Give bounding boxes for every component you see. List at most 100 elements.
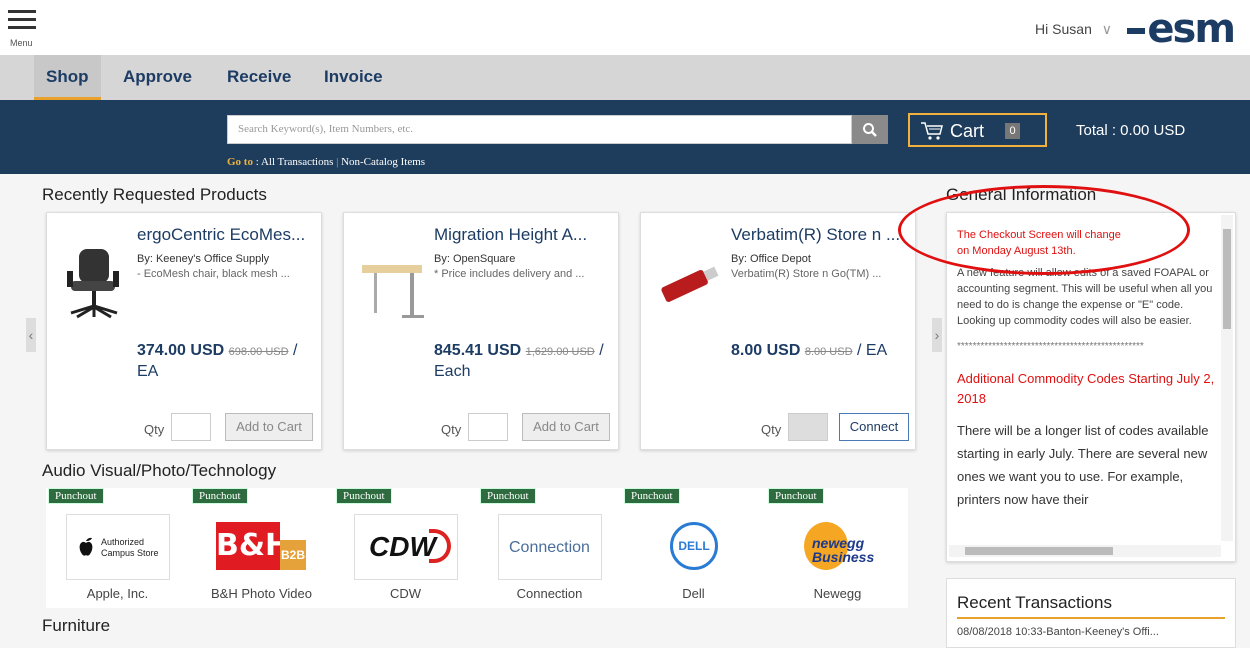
- chevron-right-icon: ›: [934, 327, 940, 343]
- b2b-badge: B2B: [280, 540, 306, 570]
- connect-button[interactable]: Connect: [839, 413, 909, 441]
- furniture-section-title: Furniture: [42, 616, 111, 635]
- cart-total: Total : 0.00 USD: [1076, 122, 1186, 139]
- qty-label: Qty: [441, 422, 462, 437]
- punchout-badge: Punchout: [768, 488, 824, 504]
- old-price: 1,629.00 USD: [525, 346, 595, 358]
- carousel-next-button[interactable]: ›: [932, 318, 942, 352]
- menu-button[interactable]: Menu: [8, 10, 42, 48]
- product-price: 374.00 USD 698.00 USD / EA: [137, 341, 317, 382]
- hamburger-icon: [8, 10, 36, 13]
- chevron-down-icon: ∨: [1101, 21, 1112, 37]
- tab-receive[interactable]: Receive: [215, 55, 303, 100]
- link-all-transactions[interactable]: All Transactions: [261, 156, 333, 168]
- vendor-bh[interactable]: Punchout B&H B2B B&H Photo Video: [190, 488, 333, 608]
- search-band: Search Keyword(s), Item Numbers, etc. Go…: [0, 100, 1250, 174]
- cart-count-badge: 0: [1005, 123, 1020, 139]
- product-supplier: By: OpenSquare: [434, 253, 516, 265]
- connection-logo: Connection: [498, 514, 602, 580]
- cart-label: Cart: [950, 121, 985, 141]
- tab-shop[interactable]: Shop: [34, 55, 101, 100]
- apple-icon: [79, 537, 93, 556]
- cdw-logo: CDW: [354, 514, 458, 580]
- apple-logo-text: Authorized Campus Store: [101, 537, 159, 558]
- usb-drive-icon: [661, 266, 719, 302]
- dell-logo: DELL: [642, 514, 746, 580]
- product-name[interactable]: Migration Height A...: [434, 225, 587, 245]
- scroll-thumb[interactable]: [1223, 229, 1231, 329]
- punchout-badge: Punchout: [480, 488, 536, 504]
- greeting-text: Hi Susan: [1035, 21, 1092, 37]
- product-description: * Price includes delivery and ...: [434, 268, 585, 280]
- goto-label: Go to: [227, 156, 253, 168]
- old-price: 8.00 USD: [804, 346, 853, 358]
- add-to-cart-button[interactable]: Add to Cart: [522, 413, 610, 441]
- qty-input[interactable]: [171, 413, 211, 441]
- info-paragraph: A new feature will allow edits of a save…: [957, 267, 1213, 327]
- price-value: 374.00 USD: [137, 342, 225, 359]
- vendor-cdw[interactable]: Punchout CDW CDW: [334, 488, 477, 608]
- title-underline: [957, 617, 1225, 619]
- cart-button[interactable]: Cart 0: [908, 113, 1047, 147]
- product-supplier: By: Office Depot: [731, 253, 811, 265]
- qty-label: Qty: [144, 422, 165, 437]
- logo-text: esm: [1147, 6, 1236, 52]
- old-price: 698.00 USD: [228, 346, 289, 358]
- recent-transactions-panel: Recent Transactions 08/08/2018 10:33-Ban…: [946, 578, 1236, 648]
- add-to-cart-button[interactable]: Add to Cart: [225, 413, 313, 441]
- vendor-apple[interactable]: Punchout Authorized Campus Store Apple, …: [46, 488, 189, 608]
- horizontal-scrollbar[interactable]: [949, 545, 1221, 557]
- esm-logo: esm: [1127, 6, 1236, 52]
- vendor-name: Dell: [682, 586, 705, 601]
- vendor-name: B&H Photo Video: [211, 586, 312, 601]
- product-price: 845.41 USD 1,629.00 USD / Each: [434, 341, 614, 382]
- vendor-name: Newegg: [813, 586, 862, 601]
- vendor-name: CDW: [389, 586, 422, 601]
- tab-approve[interactable]: Approve: [111, 55, 204, 100]
- connection-logo-text: Connection: [509, 539, 590, 556]
- search-input[interactable]: Search Keyword(s), Item Numbers, etc.: [227, 115, 852, 144]
- product-price: 8.00 USD 8.00 USD / EA: [731, 341, 911, 362]
- link-non-catalog-items[interactable]: Non-Catalog Items: [341, 156, 425, 168]
- qty-input: [788, 413, 828, 441]
- vertical-scrollbar[interactable]: [1221, 215, 1233, 541]
- annotation-circle: [898, 185, 1190, 275]
- info-heading: Additional Commodity Codes Starting July…: [957, 371, 1215, 406]
- goto-links: Go to : All Transactions | Non-Catalog I…: [227, 156, 426, 168]
- product-name[interactable]: ergoCentric EcoMes...: [137, 225, 305, 245]
- cart-icon: [921, 122, 943, 140]
- user-menu[interactable]: Hi Susan ∨: [1035, 21, 1112, 38]
- vendor-connection[interactable]: Punchout Connection Connection: [478, 488, 621, 608]
- vendor-name: Connection: [516, 586, 583, 601]
- newegg-logo: newegg Business: [786, 514, 890, 580]
- product-card: ergoCentric EcoMes... By: Keeney's Offic…: [46, 212, 322, 450]
- search-button[interactable]: [852, 115, 888, 144]
- product-supplier: By: Keeney's Office Supply: [137, 253, 270, 265]
- carousel-prev-button[interactable]: ‹: [26, 318, 36, 352]
- av-section-title: Audio Visual/Photo/Technology: [42, 461, 277, 480]
- main-nav: Shop Approve Receive Invoice: [0, 55, 1250, 100]
- price-unit: / EA: [856, 342, 888, 359]
- dell-logo-text: DELL: [670, 522, 718, 570]
- cdw-logo-text: CDW: [369, 531, 436, 562]
- vendor-dell[interactable]: Punchout DELL Dell: [622, 488, 765, 608]
- product-name[interactable]: Verbatim(R) Store n ...: [731, 225, 900, 245]
- price-value: 845.41 USD: [434, 342, 522, 359]
- scroll-thumb[interactable]: [965, 547, 1113, 555]
- product-card: Migration Height A... By: OpenSquare * P…: [343, 212, 619, 450]
- tab-invoice[interactable]: Invoice: [312, 55, 395, 100]
- office-chair-icon: [67, 249, 119, 319]
- qty-input[interactable]: [468, 413, 508, 441]
- recent-products-title: Recently Requested Products: [42, 185, 267, 204]
- transaction-row[interactable]: 08/08/2018 10:33-Banton-Keeney's Offi...: [957, 626, 1159, 638]
- product-card: Verbatim(R) Store n ... By: Office Depot…: [640, 212, 916, 450]
- punchout-badge: Punchout: [624, 488, 680, 504]
- newegg-logo-text: newegg Business: [812, 535, 875, 565]
- bh-logo: B&H B2B: [210, 514, 314, 580]
- vendor-newegg[interactable]: Punchout newegg Business Newegg: [766, 488, 909, 608]
- price-value: 8.00 USD: [731, 342, 801, 359]
- search-icon: [863, 123, 877, 137]
- punchout-badge: Punchout: [48, 488, 104, 504]
- separator: ****************************************…: [957, 341, 1144, 352]
- info-body: There will be a longer list of codes ava…: [957, 423, 1209, 507]
